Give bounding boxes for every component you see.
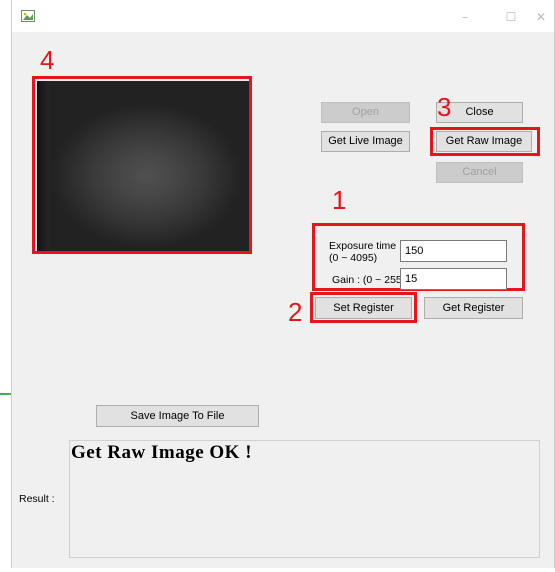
annotation-box-3 xyxy=(430,127,540,156)
gain-input[interactable] xyxy=(400,268,507,290)
annotation-box-2 xyxy=(310,292,417,323)
annotation-number-2: 2 xyxy=(288,297,303,327)
exposure-time-input[interactable] xyxy=(400,240,507,262)
app-window: – ☐ ✕ 4 Open Close 3 Get Live Image Get … xyxy=(11,0,555,568)
result-label: Result : xyxy=(19,493,55,505)
open-button[interactable]: Open xyxy=(321,102,410,123)
annotation-number-3: 3 xyxy=(437,92,452,122)
title-bar: – ☐ ✕ xyxy=(12,0,554,32)
gain-label: Gain : (0 ~ 255) xyxy=(332,274,406,286)
annotation-number-4: 4 xyxy=(40,45,55,75)
get-register-button[interactable]: Get Register xyxy=(424,297,523,319)
exposure-time-label: Exposure time : (0 ~ 4095) xyxy=(329,240,402,264)
save-image-button[interactable]: Save Image To File xyxy=(96,405,259,427)
maximize-button[interactable]: ☐ xyxy=(496,6,526,28)
annotation-number-1: 1 xyxy=(332,185,347,215)
cancel-button[interactable]: Cancel xyxy=(436,162,523,183)
result-message: Get Raw Image OK ! xyxy=(71,442,253,463)
minimize-button[interactable]: – xyxy=(450,6,480,28)
close-window-button[interactable]: ✕ xyxy=(526,6,554,28)
get-live-image-button[interactable]: Get Live Image xyxy=(321,131,410,152)
annotation-box-4 xyxy=(32,76,252,254)
app-icon xyxy=(21,10,35,22)
